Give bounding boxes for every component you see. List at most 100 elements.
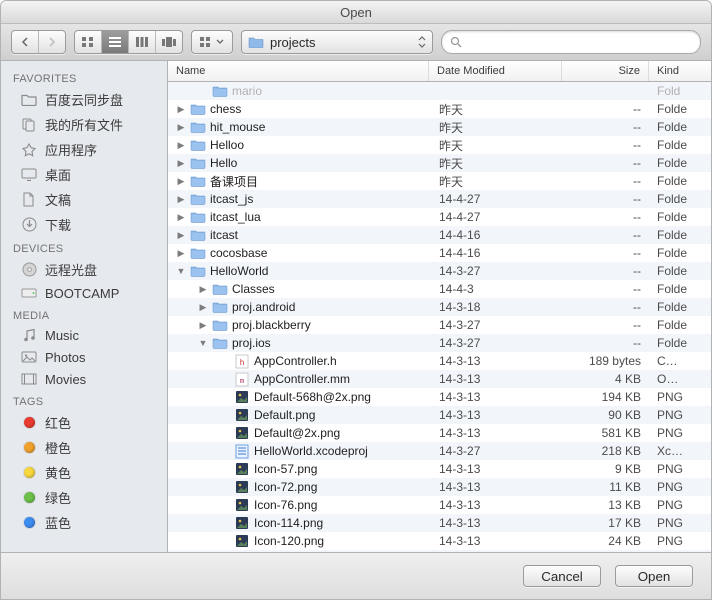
table-row[interactable]: ▶Classes14-4-3--Folde xyxy=(168,280,711,298)
sidebar-item[interactable]: 绿色 xyxy=(1,485,167,510)
file-kind: Folde xyxy=(649,192,711,206)
column-date[interactable]: Date Modified xyxy=(429,61,562,81)
disclosure-triangle[interactable]: ▶ xyxy=(198,302,208,313)
sidebar[interactable]: FAVORITES百度云同步盘我的所有文件应用程序桌面文稿下载DEVICES远程… xyxy=(1,61,168,552)
column-size[interactable]: Size xyxy=(562,61,649,81)
path-dropdown[interactable]: projects xyxy=(241,30,433,54)
table-row[interactable]: Default-568h@2x.png14-3-13194 KBPNG xyxy=(168,388,711,406)
documents-icon xyxy=(21,192,37,208)
arrange-icon xyxy=(200,37,214,47)
disclosure-triangle[interactable]: ▶ xyxy=(176,194,186,205)
sidebar-item[interactable]: 远程光盘 xyxy=(1,257,167,282)
disclosure-triangle[interactable]: ▶ xyxy=(176,140,186,151)
disclosure-triangle[interactable]: ▶ xyxy=(176,212,186,223)
sidebar-item[interactable]: 蓝色 xyxy=(1,510,167,535)
table-row[interactable]: ▼proj.ios14-3-27--Folde xyxy=(168,334,711,352)
file-kind: Folde xyxy=(649,300,711,314)
back-button[interactable] xyxy=(12,31,39,53)
disclosure-triangle[interactable]: ▶ xyxy=(198,320,208,331)
table-row[interactable]: Icon-72.png14-3-1311 KBPNG xyxy=(168,478,711,496)
forward-button[interactable] xyxy=(39,31,65,53)
table-row[interactable]: ▶chess昨天--Folde xyxy=(168,100,711,118)
sidebar-item[interactable]: 文稿 xyxy=(1,187,167,212)
sidebar-item[interactable]: 我的所有文件 xyxy=(1,112,167,137)
table-row[interactable]: ▶Helloo昨天--Folde xyxy=(168,136,711,154)
sidebar-item[interactable]: Music xyxy=(1,324,167,346)
disclosure-triangle[interactable]: ▶ xyxy=(176,248,186,259)
coverflow-view-button[interactable] xyxy=(156,31,182,53)
table-row[interactable]: Icon-120.png14-3-1324 KBPNG xyxy=(168,532,711,550)
m-icon: m xyxy=(234,371,250,387)
search-field[interactable] xyxy=(441,30,701,54)
sidebar-item[interactable]: Movies xyxy=(1,368,167,390)
column-name[interactable]: Name xyxy=(168,61,429,81)
sidebar-item[interactable]: BOOTCAMP xyxy=(1,282,167,304)
png-icon xyxy=(234,479,250,495)
sidebar-item[interactable]: 红色 xyxy=(1,410,167,435)
table-row[interactable]: Icon_144.png14-3-1326 KBPNG xyxy=(168,550,711,552)
file-size: -- xyxy=(563,192,649,206)
dialog-body: FAVORITES百度云同步盘我的所有文件应用程序桌面文稿下载DEVICES远程… xyxy=(1,61,711,552)
search-field-wrap xyxy=(441,30,701,54)
arrange-button[interactable] xyxy=(192,31,232,53)
file-name: Icon-76.png xyxy=(254,498,317,512)
table-row[interactable]: Icon-76.png14-3-1313 KBPNG xyxy=(168,496,711,514)
disclosure-triangle[interactable]: ▶ xyxy=(176,158,186,169)
table-row[interactable]: Icon-114.png14-3-1317 KBPNG xyxy=(168,514,711,532)
disclosure-triangle[interactable]: ▶ xyxy=(176,230,186,241)
apps-icon xyxy=(21,142,37,158)
png-icon xyxy=(234,389,250,405)
open-button[interactable]: Open xyxy=(615,565,693,587)
column-view-button[interactable] xyxy=(129,31,156,53)
table-row[interactable]: ▼HelloWorld14-3-27--Folde xyxy=(168,262,711,280)
cancel-button[interactable]: Cancel xyxy=(523,565,601,587)
column-kind[interactable]: Kind xyxy=(649,61,711,81)
disclosure-triangle[interactable]: ▼ xyxy=(198,338,208,348)
table-row[interactable]: marioFold xyxy=(168,82,711,100)
file-size: -- xyxy=(563,210,649,224)
search-input[interactable] xyxy=(468,34,692,51)
table-row[interactable]: Default.png14-3-1390 KBPNG xyxy=(168,406,711,424)
disclosure-triangle[interactable]: ▶ xyxy=(176,104,186,115)
sidebar-item-label: 橙色 xyxy=(45,438,71,457)
sidebar-item[interactable]: 桌面 xyxy=(1,162,167,187)
nav-seg xyxy=(11,30,66,54)
file-size: 194 KB xyxy=(563,390,649,404)
sidebar-item[interactable]: 下载 xyxy=(1,212,167,237)
table-row[interactable]: hAppController.h14-3-13189 bytesC… xyxy=(168,352,711,370)
icon-view-button[interactable] xyxy=(75,31,102,53)
sidebar-item[interactable]: 百度云同步盘 xyxy=(1,87,167,112)
button-bar: Cancel Open xyxy=(1,552,711,599)
table-row[interactable]: Default@2x.png14-3-13581 KBPNG xyxy=(168,424,711,442)
table-row[interactable]: ▶hit_mouse昨天--Folde xyxy=(168,118,711,136)
table-row[interactable]: ▶itcast14-4-16--Folde xyxy=(168,226,711,244)
table-row[interactable]: ▶cocosbase14-4-16--Folde xyxy=(168,244,711,262)
toolbar: projects xyxy=(1,24,711,61)
disclosure-triangle[interactable]: ▶ xyxy=(176,176,186,187)
file-list[interactable]: lookingFoldmarioFold▶chess昨天--Folde▶hit_… xyxy=(168,82,711,552)
file-kind: Folde xyxy=(649,318,711,332)
table-row[interactable]: Icon-57.png14-3-139 KBPNG xyxy=(168,460,711,478)
table-row[interactable]: ▶proj.android14-3-18--Folde xyxy=(168,298,711,316)
file-name: Default@2x.png xyxy=(254,426,340,440)
file-kind: Fold xyxy=(649,84,711,98)
file-date: 14-4-27 xyxy=(431,210,563,224)
sidebar-item[interactable]: 应用程序 xyxy=(1,137,167,162)
sidebar-item[interactable]: 黄色 xyxy=(1,460,167,485)
table-row[interactable]: ▶备课项目昨天--Folde xyxy=(168,172,711,190)
list-view-button[interactable] xyxy=(102,31,129,53)
table-row[interactable]: ▶itcast_lua14-4-27--Folde xyxy=(168,208,711,226)
file-name: itcast_js xyxy=(210,192,253,206)
table-row[interactable]: ▶proj.blackberry14-3-27--Folde xyxy=(168,316,711,334)
disclosure-triangle[interactable]: ▼ xyxy=(176,266,186,276)
disclosure-triangle[interactable]: ▶ xyxy=(176,122,186,133)
sidebar-item[interactable]: 橙色 xyxy=(1,435,167,460)
disclosure-triangle[interactable]: ▶ xyxy=(198,284,208,295)
sidebar-item[interactable]: Photos xyxy=(1,346,167,368)
table-row[interactable]: mAppController.mm14-3-134 KBO… xyxy=(168,370,711,388)
table-row[interactable]: ▶Hello昨天--Folde xyxy=(168,154,711,172)
table-row[interactable]: ▶itcast_js14-4-27--Folde xyxy=(168,190,711,208)
table-row[interactable]: HelloWorld.xcodeproj14-3-27218 KBXc… xyxy=(168,442,711,460)
file-kind: C… xyxy=(649,354,711,368)
folder-icon xyxy=(190,155,206,171)
